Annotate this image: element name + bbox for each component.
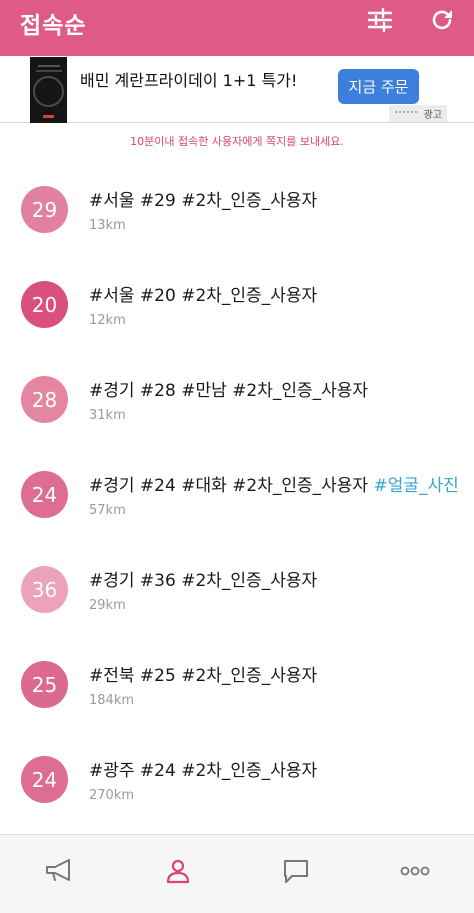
list-item[interactable]: 28 #경기 #28 #만남 #2차_인증_사용자 31km <box>0 350 474 445</box>
filter-button[interactable] <box>364 6 396 34</box>
ad-headline: 배민 계란프라이데이 1+1 특가! <box>80 71 298 90</box>
ad-wave-icon <box>395 111 417 117</box>
age-avatar: 28 <box>21 376 68 423</box>
list-item[interactable]: 29 #서울 #29 #2차_인증_사용자 13km <box>0 160 474 255</box>
age-avatar: 24 <box>21 756 68 803</box>
page-title: 접속순 <box>20 13 87 39</box>
user-tags: #광주 #24 #2차_인증_사용자 <box>89 761 318 781</box>
ad-thumbnail <box>30 57 67 123</box>
megaphone-icon <box>46 859 70 881</box>
sliders-icon <box>367 8 393 32</box>
user-distance: 13km <box>89 218 126 233</box>
nav-more-button[interactable] <box>397 853 433 889</box>
ad-order-button[interactable]: 지금 주문 <box>338 69 419 104</box>
age-avatar: 29 <box>21 186 68 233</box>
user-distance: 184km <box>89 693 135 708</box>
user-distance: 31km <box>89 408 126 423</box>
nav-messages-button[interactable] <box>278 853 314 889</box>
user-tags: #전북 #25 #2차_인증_사용자 <box>89 666 318 686</box>
face-photo-tag: #얼굴_사진 <box>373 476 459 496</box>
user-tags: #경기 #24 #대화 #2차_인증_사용자 #얼굴_사진 <box>89 476 459 496</box>
ad-badge: 광고 <box>389 105 447 122</box>
nav-users-button[interactable] <box>160 853 196 889</box>
user-tags: #경기 #36 #2차_인증_사용자 <box>89 571 318 591</box>
ad-badge-label: 광고 <box>423 110 442 121</box>
user-tags: #서울 #29 #2차_인증_사용자 <box>89 191 318 211</box>
refresh-button[interactable] <box>426 6 458 34</box>
user-distance: 29km <box>89 598 126 613</box>
user-tags: #경기 #28 #만남 #2차_인증_사용자 <box>89 381 369 401</box>
list-item[interactable]: 24 #광주 #24 #2차_인증_사용자 270km <box>0 730 474 825</box>
list-item[interactable]: 24 #경기 #24 #대화 #2차_인증_사용자 #얼굴_사진 57km <box>0 445 474 540</box>
person-icon <box>166 859 190 884</box>
refresh-icon <box>432 10 452 30</box>
list-item[interactable]: 36 #경기 #36 #2차_인증_사용자 29km <box>0 540 474 635</box>
user-tags: #서울 #20 #2차_인증_사용자 <box>89 286 318 306</box>
age-avatar: 25 <box>21 661 68 708</box>
user-distance: 270km <box>89 788 135 803</box>
age-avatar: 24 <box>21 471 68 518</box>
age-avatar: 36 <box>21 566 68 613</box>
more-icon <box>400 866 430 876</box>
list-item[interactable]: 20 #서울 #20 #2차_인증_사용자 12km <box>0 255 474 350</box>
app-bar: 접속순 <box>0 0 474 56</box>
ad-banner[interactable]: 배민 계란프라이데이 1+1 특가! 지금 주문 광고 <box>0 56 474 123</box>
list-item[interactable]: 25 #전북 #25 #2차_인증_사용자 184km <box>0 635 474 730</box>
user-distance: 12km <box>89 313 126 328</box>
chat-icon <box>284 860 308 883</box>
age-avatar: 20 <box>21 281 68 328</box>
user-distance: 57km <box>89 503 126 518</box>
bottom-nav <box>0 834 474 913</box>
nav-notice-button[interactable] <box>41 853 77 889</box>
notice-text: 10분이내 접속한 사용자에게 쪽지를 보내세요. <box>130 135 344 148</box>
